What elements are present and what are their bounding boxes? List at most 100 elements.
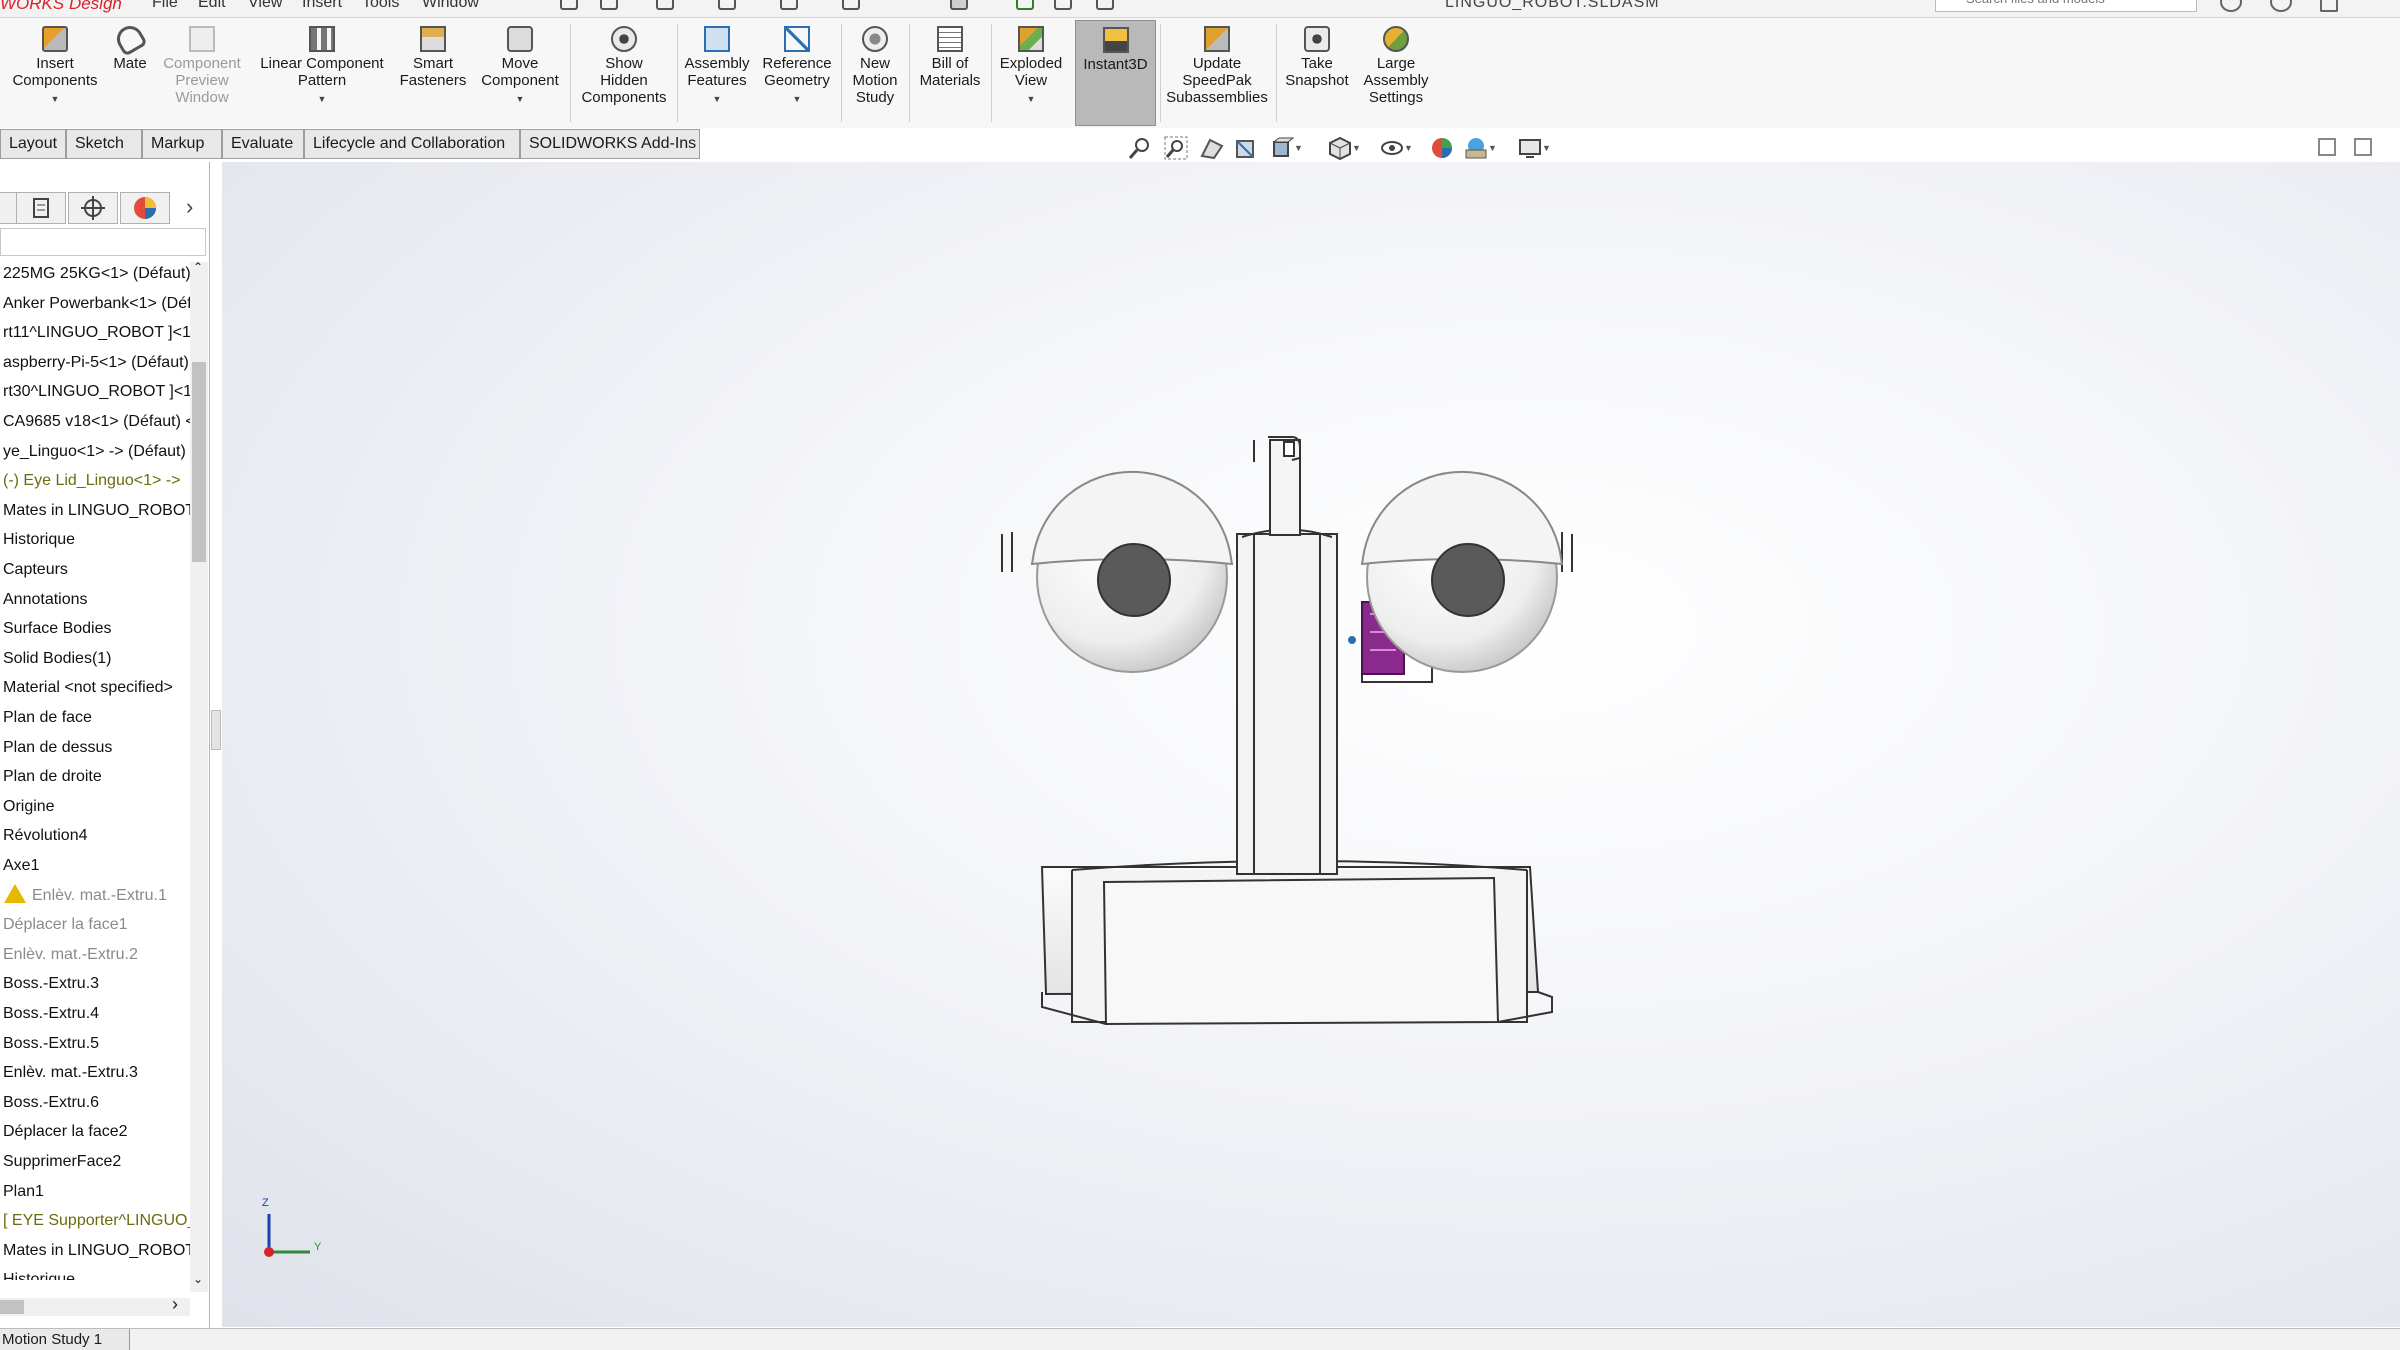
- view-orientation-icon[interactable]: [1270, 136, 1295, 160]
- options-icon[interactable]: [1096, 0, 1114, 10]
- search-box[interactable]: [1935, 0, 2197, 12]
- tree-item[interactable]: Plan de droite: [0, 763, 102, 791]
- scrollbar-thumb[interactable]: [192, 362, 206, 562]
- hide-show-items-icon[interactable]: [1380, 136, 1404, 160]
- collapse-left-pane-icon[interactable]: [2318, 138, 2336, 156]
- robot-assembly-model[interactable]: Z Y: [222, 162, 2400, 1327]
- insert-components-button[interactable]: Insert Components ▼: [4, 20, 106, 126]
- tab-markup[interactable]: Markup: [142, 129, 222, 159]
- tree-vertical-scrollbar[interactable]: ⌃ ⌄: [190, 260, 208, 1292]
- take-snapshot-button[interactable]: Take Snapshot: [1280, 20, 1354, 126]
- tree-item[interactable]: SupprimerFace2: [0, 1148, 121, 1176]
- motion-study-tab[interactable]: Motion Study 1: [0, 1329, 130, 1350]
- open-icon[interactable]: [600, 0, 618, 10]
- chevron-down-icon[interactable]: ▼: [4, 91, 106, 108]
- exploded-view-button[interactable]: Exploded View ▼: [994, 20, 1068, 126]
- chevron-down-icon[interactable]: ▼: [474, 91, 566, 108]
- tree-item[interactable]: 225MG 25KG<1> (Défaut) ·: [0, 260, 190, 288]
- tree-item[interactable]: Enlèv. mat.-Extru.1: [0, 882, 167, 910]
- chevron-down-icon[interactable]: ▼: [756, 91, 838, 108]
- menu-tools[interactable]: Tools: [362, 0, 399, 12]
- bill-of-materials-button[interactable]: Bill of Materials: [912, 20, 988, 126]
- display-style-icon[interactable]: [1328, 136, 1352, 161]
- menu-edit[interactable]: Edit: [198, 0, 226, 12]
- tree-item[interactable]: Historique: [0, 526, 75, 554]
- instant3d-button[interactable]: Instant3D: [1075, 20, 1156, 126]
- large-assembly-settings-button[interactable]: Large Assembly Settings: [1356, 20, 1436, 126]
- tree-item[interactable]: Boss.-Extru.3: [0, 970, 99, 998]
- tree-item[interactable]: rt11^LINGUO_ROBOT ]<1>: [0, 319, 190, 347]
- chevron-down-icon[interactable]: ▼: [1352, 143, 1361, 153]
- tree-item[interactable]: Mates in LINGUO_ROBOT: [0, 497, 190, 525]
- view-settings-icon[interactable]: [1518, 136, 1542, 160]
- display-manager-tab[interactable]: [120, 192, 170, 224]
- robot-model[interactable]: [1001, 436, 1573, 1026]
- chevron-down-icon[interactable]: ▼: [1488, 143, 1497, 153]
- configuration-manager-tab[interactable]: [68, 192, 118, 224]
- menu-insert[interactable]: Insert: [302, 0, 342, 12]
- tree-item[interactable]: Plan de face: [0, 704, 92, 732]
- tab-layout[interactable]: Layout: [0, 129, 66, 159]
- tree-item[interactable]: Boss.-Extru.6: [0, 1089, 99, 1117]
- menu-view[interactable]: View: [248, 0, 282, 12]
- chevron-up-icon[interactable]: ⌃: [193, 260, 203, 274]
- tree-item[interactable]: Plan de dessus: [0, 734, 112, 762]
- smart-fasteners-button[interactable]: Smart Fasteners: [394, 20, 472, 126]
- tab-sketch[interactable]: Sketch: [66, 129, 142, 159]
- previous-view-icon[interactable]: [1200, 136, 1224, 160]
- edit-appearance-icon[interactable]: [1430, 136, 1454, 160]
- chevron-right-icon[interactable]: ›: [186, 194, 193, 220]
- tree-filter-input[interactable]: [0, 228, 206, 256]
- tree-item[interactable]: Material <not specified>: [0, 674, 173, 702]
- select-icon[interactable]: [950, 0, 968, 10]
- linear-pattern-button[interactable]: Linear Component Pattern ▼: [254, 20, 390, 126]
- tree-item[interactable]: Anker Powerbank<1> (Défa: [0, 290, 190, 318]
- new-motion-study-button[interactable]: New Motion Study: [844, 20, 906, 126]
- assembly-features-button[interactable]: Assembly Features ▼: [680, 20, 754, 126]
- user-icon[interactable]: [2220, 0, 2242, 12]
- rebuild-icon[interactable]: [1016, 0, 1034, 10]
- tree-item[interactable]: (-) Eye Lid_Linguo<1> ->: [0, 467, 180, 495]
- save-icon[interactable]: [656, 0, 674, 10]
- tree-item[interactable]: [ EYE Supporter^LINGUO_: [0, 1207, 190, 1235]
- reference-geometry-button[interactable]: Reference Geometry ▼: [756, 20, 838, 126]
- chevron-down-icon[interactable]: ⌄: [193, 1272, 203, 1286]
- tree-item[interactable]: Solid Bodies(1): [0, 645, 112, 673]
- tree-item[interactable]: Surface Bodies: [0, 615, 112, 643]
- tab-addins[interactable]: SOLIDWORKS Add-Ins: [520, 129, 700, 159]
- tree-item[interactable]: Historique: [0, 1266, 75, 1280]
- chevron-down-icon[interactable]: ▼: [680, 91, 754, 108]
- menu-window[interactable]: Window: [422, 0, 479, 12]
- redo-icon[interactable]: [842, 0, 860, 10]
- update-speedpak-button[interactable]: Update SpeedPak Subassemblies: [1162, 20, 1272, 126]
- tree-item[interactable]: CA9685 v18<1> (Défaut) <: [0, 408, 190, 436]
- tree-item[interactable]: Capteurs: [0, 556, 68, 584]
- section-view-icon[interactable]: [1234, 136, 1258, 160]
- chevron-right-icon[interactable]: ›: [172, 1294, 178, 1315]
- graphics-area[interactable]: Z Y: [222, 162, 2400, 1327]
- undo-icon[interactable]: [780, 0, 798, 10]
- tree-item[interactable]: Annotations: [0, 586, 88, 614]
- zoom-to-fit-icon[interactable]: [1128, 136, 1152, 160]
- tab-evaluate[interactable]: Evaluate: [222, 129, 304, 159]
- tree-item[interactable]: Boss.-Extru.5: [0, 1030, 99, 1058]
- chevron-down-icon[interactable]: ▼: [254, 91, 390, 108]
- chevron-down-icon[interactable]: ▼: [1542, 143, 1551, 153]
- chevron-down-icon[interactable]: ▼: [1294, 143, 1303, 153]
- tree-item[interactable]: ye_Linguo<1> -> (Défaut): [0, 438, 186, 466]
- print-icon[interactable]: [718, 0, 736, 10]
- tree-item[interactable]: Enlèv. mat.-Extru.2: [0, 941, 138, 969]
- move-component-button[interactable]: Move Component ▼: [474, 20, 566, 126]
- show-hidden-components-button[interactable]: Show Hidden Components: [574, 20, 674, 126]
- tab-lifecycle[interactable]: Lifecycle and Collaboration: [304, 129, 520, 159]
- tree-item[interactable]: Axe1: [0, 852, 39, 880]
- zoom-to-area-icon[interactable]: [1164, 136, 1188, 160]
- chevron-down-icon[interactable]: ▼: [994, 91, 1068, 108]
- tree-item[interactable]: Plan1: [0, 1178, 44, 1206]
- tree-horizontal-scrollbar[interactable]: ›: [0, 1294, 190, 1316]
- tree-item[interactable]: Déplacer la face2: [0, 1118, 128, 1146]
- collapse-right-pane-icon[interactable]: [2354, 138, 2372, 156]
- menu-file[interactable]: File: [152, 0, 178, 12]
- help-icon[interactable]: [2270, 0, 2292, 12]
- component-preview-button[interactable]: Component Preview Window: [156, 20, 248, 126]
